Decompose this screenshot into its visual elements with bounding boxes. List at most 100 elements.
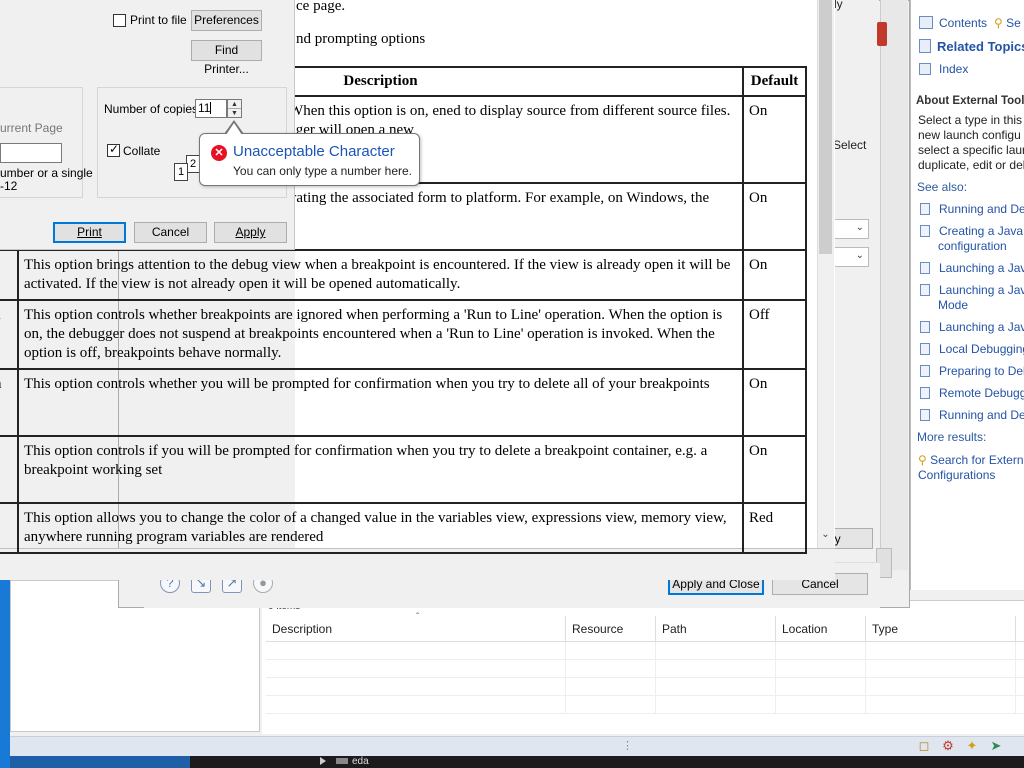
error-tooltip: ✕ Unacceptable Character You can only ty…: [199, 133, 420, 186]
help-link-creating[interactable]: Creating a Java a: [920, 224, 1024, 238]
status-bar-icons: ◻ ⚙ ✦ ➤: [914, 737, 1006, 754]
column-header-path[interactable]: Path: [656, 616, 776, 641]
pages-hint: -12: [0, 179, 18, 193]
status-bar-grip[interactable]: ⋮: [622, 739, 633, 752]
document-icon: [920, 284, 930, 296]
launch-config-scrollbar[interactable]: [880, 0, 908, 570]
help-link-running[interactable]: Running and De: [920, 202, 1024, 216]
about-text-line: Select a type in this t: [918, 113, 1024, 127]
help-link-launching-1[interactable]: Launching a Java: [920, 261, 1024, 275]
document-icon: [920, 225, 930, 237]
about-text-line: select a specific laun: [918, 143, 1024, 157]
column-header-description[interactable]: Description ˆ: [266, 612, 566, 641]
copies-label: Number of copies:: [104, 102, 202, 116]
play-icon: [320, 757, 326, 766]
problems-table-header: Description ˆ Resource Path Location Type: [266, 612, 1024, 642]
pages-hint: umber or a single: [0, 166, 93, 180]
find-printer-button[interactable]: Find Printer...: [191, 40, 262, 76]
more-results-label: More results:: [917, 430, 987, 444]
pages-input[interactable]: [0, 143, 62, 163]
problems-table: Description ˆ Resource Path Location Type: [266, 612, 1024, 714]
collate-label: Collate: [123, 144, 161, 158]
search-for-external-link[interactable]: ⚲ Search for Extern: [918, 453, 1024, 467]
search-icon: ⚲: [994, 16, 1003, 30]
option-default-cell: On: [742, 435, 807, 504]
preferences-button[interactable]: Preferences: [191, 10, 262, 31]
search-icon: ⚲: [918, 453, 927, 467]
print-button[interactable]: Print: [53, 222, 126, 243]
spin-down-icon[interactable]: ▼: [228, 109, 241, 118]
text-cursor: [210, 102, 212, 114]
document-icon: [920, 387, 930, 399]
document-icon: [920, 203, 930, 215]
print-cancel-button[interactable]: Cancel: [134, 222, 207, 243]
tooltip-title: Unacceptable Character: [233, 143, 395, 160]
column-header-location[interactable]: Location: [776, 616, 866, 641]
tab-index[interactable]: Index: [919, 62, 968, 76]
print-to-file-label: Print to file: [130, 13, 187, 27]
help-link-running-2[interactable]: Running and De: [920, 408, 1024, 422]
folder-lock-icon[interactable]: ◻: [914, 737, 934, 754]
help-link-preparing[interactable]: Preparing to Deb: [920, 364, 1024, 378]
option-default-cell: On: [742, 368, 807, 437]
table-row: This option brings attention to the debu…: [0, 249, 807, 301]
tab-search[interactable]: ⚲ Se: [994, 16, 1021, 30]
taskbar-item[interactable]: eda: [320, 756, 369, 768]
doc-text-line: nd prompting options: [296, 31, 426, 47]
about-text-line: new launch configu: [918, 128, 1021, 142]
scroll-down-icon[interactable]: ⌄: [817, 526, 834, 543]
option-description-cell: This option controls whether breakpoints…: [16, 299, 745, 370]
option-description-cell: This option controls whether you will be…: [16, 368, 745, 437]
chevron-down-icon: ⌄: [855, 250, 864, 261]
chevron-down-icon: ⌄: [855, 222, 864, 233]
about-text-line: duplicate, edit or del: [918, 158, 1024, 172]
option-description-cell: This option brings attention to the debu…: [16, 249, 745, 301]
copies-spinner[interactable]: ▲ ▼: [227, 99, 242, 118]
document-scroll-thumb[interactable]: [819, 0, 832, 254]
option-name-cell: n: [0, 368, 19, 437]
document-icon: [920, 343, 930, 355]
select-label: Select: [833, 138, 867, 152]
print-apply-button[interactable]: Apply: [214, 222, 287, 243]
merge-icon[interactable]: ⚙: [938, 737, 958, 754]
column-header-type[interactable]: Type: [866, 616, 1016, 641]
tooltip-body: You can only type a number here.: [233, 164, 413, 178]
help-link-launching-3[interactable]: Launching a Java: [920, 320, 1024, 334]
column-header-resource[interactable]: Resource: [566, 616, 656, 641]
forward-arrow-icon[interactable]: ➤: [986, 737, 1006, 754]
help-link-local-debugging[interactable]: Local Debugging: [920, 342, 1024, 356]
help-link-launching-2-cont[interactable]: Mode: [938, 298, 968, 312]
spin-up-icon[interactable]: ▲: [228, 100, 241, 109]
table-row: This option allows you to change the col…: [0, 502, 807, 554]
option-description-cell: This option allows you to change the col…: [16, 502, 745, 554]
help-link-creating-cont[interactable]: configuration: [938, 239, 1007, 253]
option-default-cell: On: [742, 182, 807, 251]
copies-input[interactable]: 11: [195, 99, 227, 118]
document-icon: [920, 409, 930, 421]
see-also-label: See also:: [917, 180, 968, 194]
table-header-default: Default: [742, 66, 807, 97]
help-link-remote[interactable]: Remote Debugg: [920, 386, 1024, 400]
help-link-launching-2[interactable]: Launching a Java: [920, 283, 1024, 297]
doc-text-line: ce page.: [296, 0, 346, 14]
tooltip-tail-fill: [226, 123, 242, 135]
table-row: [266, 678, 1024, 696]
search-for-external-link-cont[interactable]: Configurations: [918, 468, 995, 482]
table-row: nThis option controls whether you will b…: [0, 368, 807, 437]
option-default-cell: Red: [742, 502, 807, 554]
tab-contents[interactable]: Contents: [919, 16, 987, 30]
tab-related-topics[interactable]: Related Topics: [919, 39, 1024, 54]
star-icon[interactable]: ✦: [962, 737, 982, 754]
partial-label: ly: [834, 0, 843, 11]
current-page-label: urrent Page: [0, 121, 63, 135]
option-name-cell: [0, 249, 19, 301]
table-row: tThis option controls if you will be pro…: [0, 435, 807, 504]
collate-page-icon: 1: [174, 163, 188, 181]
collate-checkbox[interactable]: [107, 142, 120, 157]
index-icon: [919, 63, 931, 75]
option-default-cell: On: [742, 249, 807, 301]
print-to-file-checkbox[interactable]: [113, 14, 126, 27]
table-row: [266, 660, 1024, 678]
document-icon: [920, 321, 930, 333]
option-name-cell: t: [0, 435, 19, 504]
